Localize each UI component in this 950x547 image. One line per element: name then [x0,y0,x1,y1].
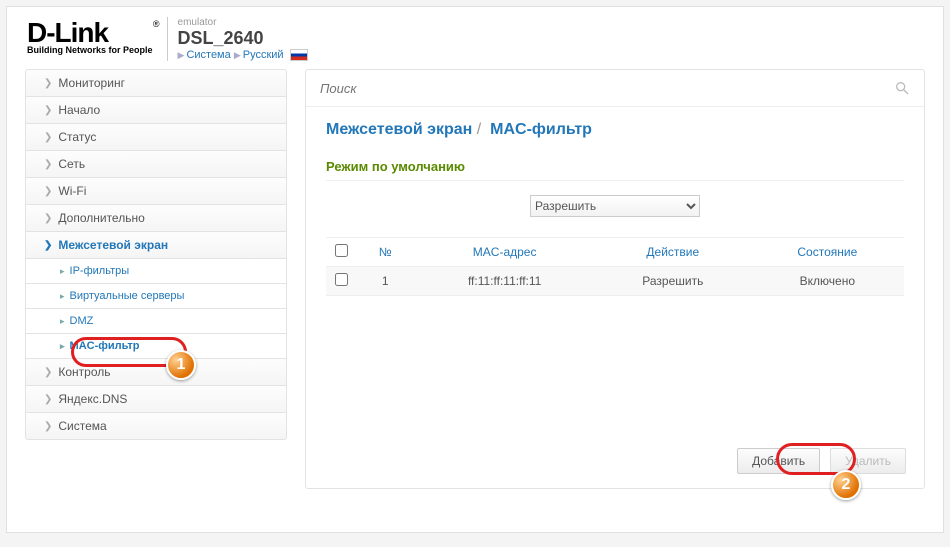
sidebar-item-label: Система [58,419,106,433]
table-row[interactable]: 1 ff:11:ff:11:ff:11 Разрешить Включено [326,267,904,296]
sidebar-item-label: Межсетевой экран [58,238,168,252]
sidebar-item-wifi[interactable]: ❯ Wi-Fi [25,178,287,205]
sidebar-item-status[interactable]: ❯ Статус [25,124,287,151]
chevron-right-icon: ▸ [60,291,65,301]
chevron-right-icon: ❯ [44,213,52,224]
chevron-down-icon: ❯ [44,240,52,251]
main-panel: Межсетевой экран / MAC-фильтр Режим по у… [305,69,925,489]
title-page: MAC-фильтр [490,121,592,138]
chevron-right-icon: ❯ [44,394,52,405]
cell-num: 1 [356,267,414,296]
sidebar-item-label: Дополнительно [58,211,144,225]
chevron-right-icon: ❯ [44,132,52,143]
sidebar-item-label: Wi-Fi [58,184,86,198]
col-state: Состояние [751,238,904,267]
sidebar-sub-ipfilters[interactable]: ▸ IP-фильтры [25,259,287,284]
search-icon[interactable] [894,80,910,96]
chevron-right-icon: ▸ [60,341,65,351]
sidebar-sub-label: MAC-фильтр [70,340,140,352]
sidebar-item-additional[interactable]: ❯ Дополнительно [25,205,287,232]
breadcrumb: ▶Система ▶Русский [178,49,308,61]
chevron-right-icon: ▶ [234,50,241,60]
sidebar-sub-vservers[interactable]: ▸ Виртуальные серверы [25,284,287,309]
chevron-right-icon: ❯ [44,78,52,89]
sidebar-item-system[interactable]: ❯ Система [25,413,287,440]
search-input[interactable] [320,81,894,96]
sidebar-item-label: Статус [58,130,96,144]
model-name: DSL_2640 [178,28,308,49]
sidebar-sub-label: IP-фильтры [70,265,130,277]
sidebar-sub-label: DMZ [70,315,94,327]
chevron-right-icon: ❯ [44,159,52,170]
col-action: Действие [595,238,751,267]
chevron-right-icon: ▶ [178,50,185,60]
cell-state: Включено [751,267,904,296]
search-bar [306,70,924,107]
chevron-right-icon: ❯ [44,367,52,378]
col-mac: MAC-адрес [414,238,595,267]
mac-table: № MAC-адрес Действие Состояние 1 ff:11:f… [326,237,904,296]
sidebar-item-label: Сеть [58,157,85,171]
mode-row: Разрешить [326,181,904,231]
sidebar-item-yandexdns[interactable]: ❯ Яндекс.DNS [25,386,287,413]
sidebar-sub-macfilter[interactable]: ▸ MAC-фильтр [25,334,287,359]
crumb-lang[interactable]: Русский [243,49,284,61]
header: D-Link Building Networks for People emul… [7,7,943,69]
col-num: № [356,238,414,267]
section-title-mode: Режим по умолчанию [326,149,904,181]
chevron-right-icon: ❯ [44,421,52,432]
sidebar-item-control[interactable]: ❯ Контроль [25,359,287,386]
crumb-system[interactable]: Система [186,49,230,61]
sidebar-item-firewall[interactable]: ❯ Межсетевой экран [25,232,287,259]
sidebar-item-network[interactable]: ❯ Сеть [25,151,287,178]
logo-block: D-Link Building Networks for People [27,17,153,55]
header-right: emulator DSL_2640 ▶Система ▶Русский [167,17,308,61]
mode-select[interactable]: Разрешить [530,195,700,217]
flag-ru-icon [290,49,308,61]
sidebar-item-label: Начало [58,103,100,117]
sidebar-item-start[interactable]: ❯ Начало [25,97,287,124]
sidebar-item-monitoring[interactable]: ❯ Мониторинг [25,69,287,97]
title-sep: / [477,121,481,138]
chevron-right-icon: ❯ [44,186,52,197]
chevron-right-icon: ▸ [60,316,65,326]
select-all-checkbox[interactable] [335,244,348,257]
add-button[interactable]: Добавить [737,448,820,474]
cell-action: Разрешить [595,267,751,296]
sidebar-item-label: Мониторинг [58,76,125,90]
row-checkbox[interactable] [335,273,348,286]
page-title: Межсетевой экран / MAC-фильтр [306,107,924,149]
cell-mac: ff:11:ff:11:ff:11 [414,267,595,296]
delete-button: Удалить [830,448,906,474]
chevron-right-icon: ▸ [60,266,65,276]
title-crumb: Межсетевой экран [326,121,472,138]
sidebar-sub-label: Виртуальные серверы [70,290,185,302]
sidebar: ❯ Мониторинг ❯ Начало ❯ Статус ❯ Сеть ❯ Wi-Fi… [25,69,287,489]
emulator-label: emulator [178,17,308,28]
sidebar-item-label: Яндекс.DNS [58,392,127,406]
brand-logo: D-Link [27,17,153,49]
sidebar-item-label: Контроль [58,365,110,379]
sidebar-sub-dmz[interactable]: ▸ DMZ [25,309,287,334]
chevron-right-icon: ❯ [44,105,52,116]
